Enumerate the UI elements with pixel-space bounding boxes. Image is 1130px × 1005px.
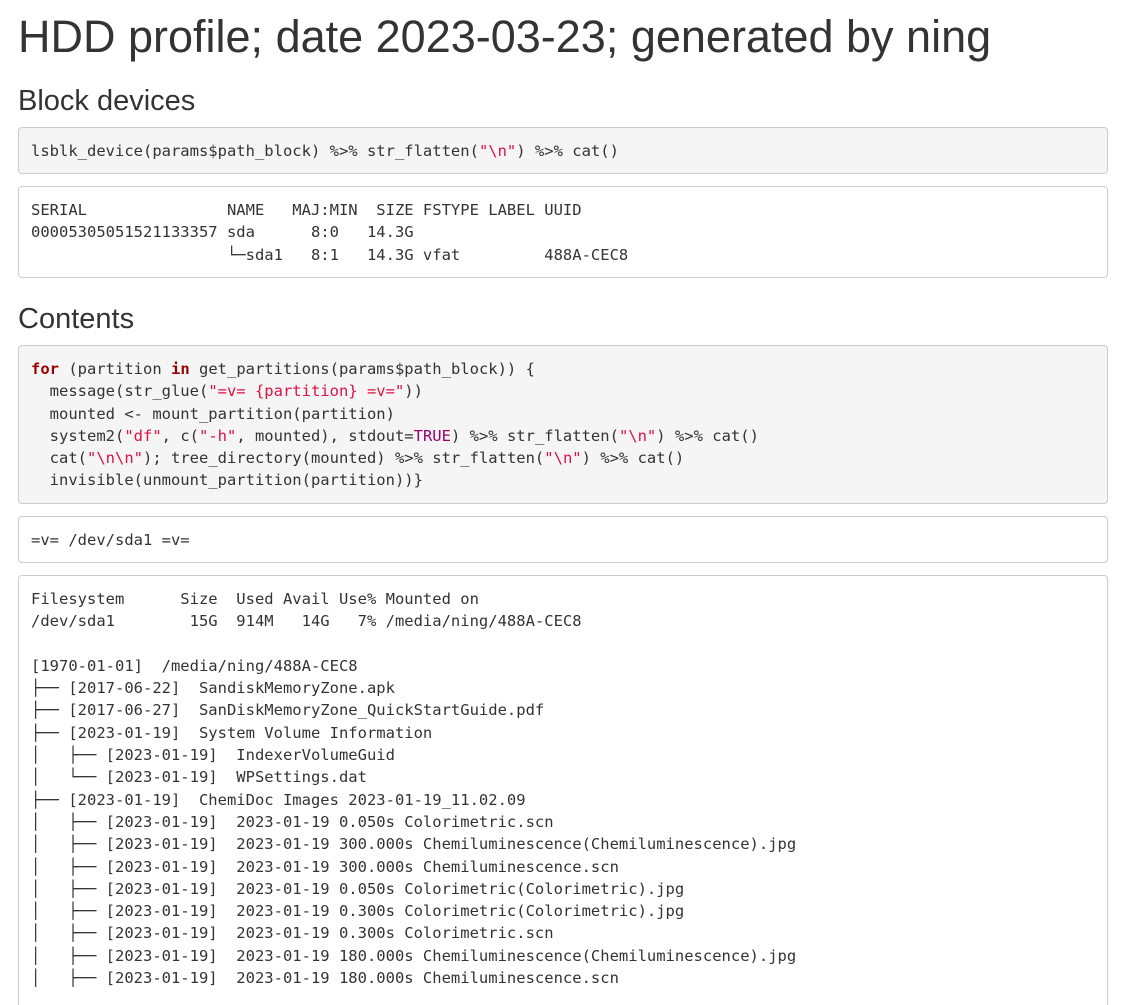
code-text: lsblk_device(params$path_block) %>% str_… [31, 142, 479, 160]
code-text: , c( [161, 426, 199, 445]
output-block-lsblk: SERIAL NAME MAJ:MIN SIZE FSTYPE LABEL UU… [18, 186, 1108, 278]
output-line: └─sda1 8:1 14.3G vfat 488A-CEC8 [31, 245, 629, 264]
output-line: │ ├── [2023-01-19] 2023-01-19 300.000s C… [31, 857, 619, 876]
output-line: =v= /dev/sda1 =v= [31, 531, 190, 549]
code-text: ) %>% cat() [516, 142, 619, 160]
output-block-df-tree: Filesystem Size Used Avail Use% Mounted … [18, 575, 1108, 1005]
code-string: "\n" [478, 142, 517, 160]
code-line: mounted <- mount_partition(partition) [31, 404, 395, 423]
code-constant: TRUE [413, 426, 451, 445]
output-line: │ ├── [2023-01-19] 2023-01-19 0.050s Col… [31, 879, 685, 898]
code-string: "\n" [544, 449, 582, 468]
code-text: ) %>% str_flatten( [450, 426, 619, 445]
code-text: cat( [31, 449, 87, 468]
page-title: HDD profile; date 2023-03-23; generated … [18, 11, 992, 62]
code-line: system2("df", c("-h", mounted), stdout=T… [31, 425, 1095, 447]
code-text: message(str_glue( [31, 382, 209, 401]
output-line: ├── [2017-06-22] SandiskMemoryZone.apk [31, 679, 395, 698]
code-text: ); tree_directory(mounted) %>% str_flatt… [143, 449, 545, 468]
code-string: "=v= {partition} =v=" [208, 382, 405, 401]
output-line: │ ├── [2023-01-19] IndexerVolumeGuid [31, 746, 395, 765]
code-text: (partition [59, 360, 171, 378]
output-line: │ ├── [2023-01-19] 2023-01-19 300.000s C… [31, 835, 797, 854]
code-string: "\n" [618, 426, 657, 445]
output-line: /dev/sda1 15G 914M 14G 7% /media/ning/48… [31, 612, 582, 631]
section-heading-block-devices: Block devices [18, 85, 196, 117]
code-block-lsblk: lsblk_device(params$path_block) %>% str_… [18, 127, 1108, 174]
output-line: │ ├── [2023-01-19] 2023-01-19 0.300s Col… [31, 924, 554, 943]
code-block-contents: for (partition in get_partitions(params$… [18, 345, 1108, 504]
output-line: SERIAL NAME MAJ:MIN SIZE FSTYPE LABEL UU… [31, 201, 582, 219]
code-line: message(str_glue("=v= {partition} =v=")) [31, 380, 1095, 402]
output-line: │ ├── [2023-01-19] 2023-01-19 0.050s Col… [31, 812, 554, 831]
output-line: 00005305051521133357 sda 8:0 14.3G [31, 223, 414, 242]
output-block-message: =v= /dev/sda1 =v= [18, 516, 1108, 563]
code-string: "\n\n" [87, 449, 143, 468]
output-line: │ └── [2023-01-19] WPSettings.dat [31, 768, 367, 787]
output-line: ├── [2023-01-19] System Volume Informati… [31, 723, 433, 742]
code-string: "df" [124, 426, 162, 445]
code-text: , mounted), stdout= [236, 426, 414, 445]
section-heading-contents: Contents [18, 303, 135, 335]
code-text: ) %>% cat() [656, 426, 759, 445]
output-line: Filesystem Size Used Avail Use% Mounted … [31, 590, 479, 608]
code-text: )) [404, 382, 423, 401]
code-line: for (partition in get_partitions(params$… [31, 358, 1095, 380]
code-string: "-h" [198, 426, 237, 445]
output-line: │ ├── [2023-01-19] 2023-01-19 180.000s C… [31, 946, 797, 965]
code-keyword: in [170, 360, 190, 378]
output-line: ├── [2023-01-19] ChemiDoc Images 2023-01… [31, 790, 526, 809]
code-text: system2( [31, 426, 125, 445]
code-line: cat("\n\n"); tree_directory(mounted) %>%… [31, 447, 1095, 469]
code-text: get_partitions(params$path_block)) { [189, 360, 535, 378]
output-line: │ ├── [2023-01-19] 2023-01-19 0.300s Col… [31, 902, 685, 921]
output-line: │ ├── [2023-01-19] 2023-01-19 180.000s C… [31, 969, 619, 988]
code-text: ) %>% cat() [581, 449, 685, 468]
output-line: [1970-01-01] /media/ning/488A-CEC8 [31, 656, 358, 675]
code-line: invisible(unmount_partition(partition))} [31, 471, 423, 490]
code-keyword: for [31, 360, 59, 378]
output-line: ├── [2017-06-27] SanDiskMemoryZone_Quick… [31, 701, 545, 720]
